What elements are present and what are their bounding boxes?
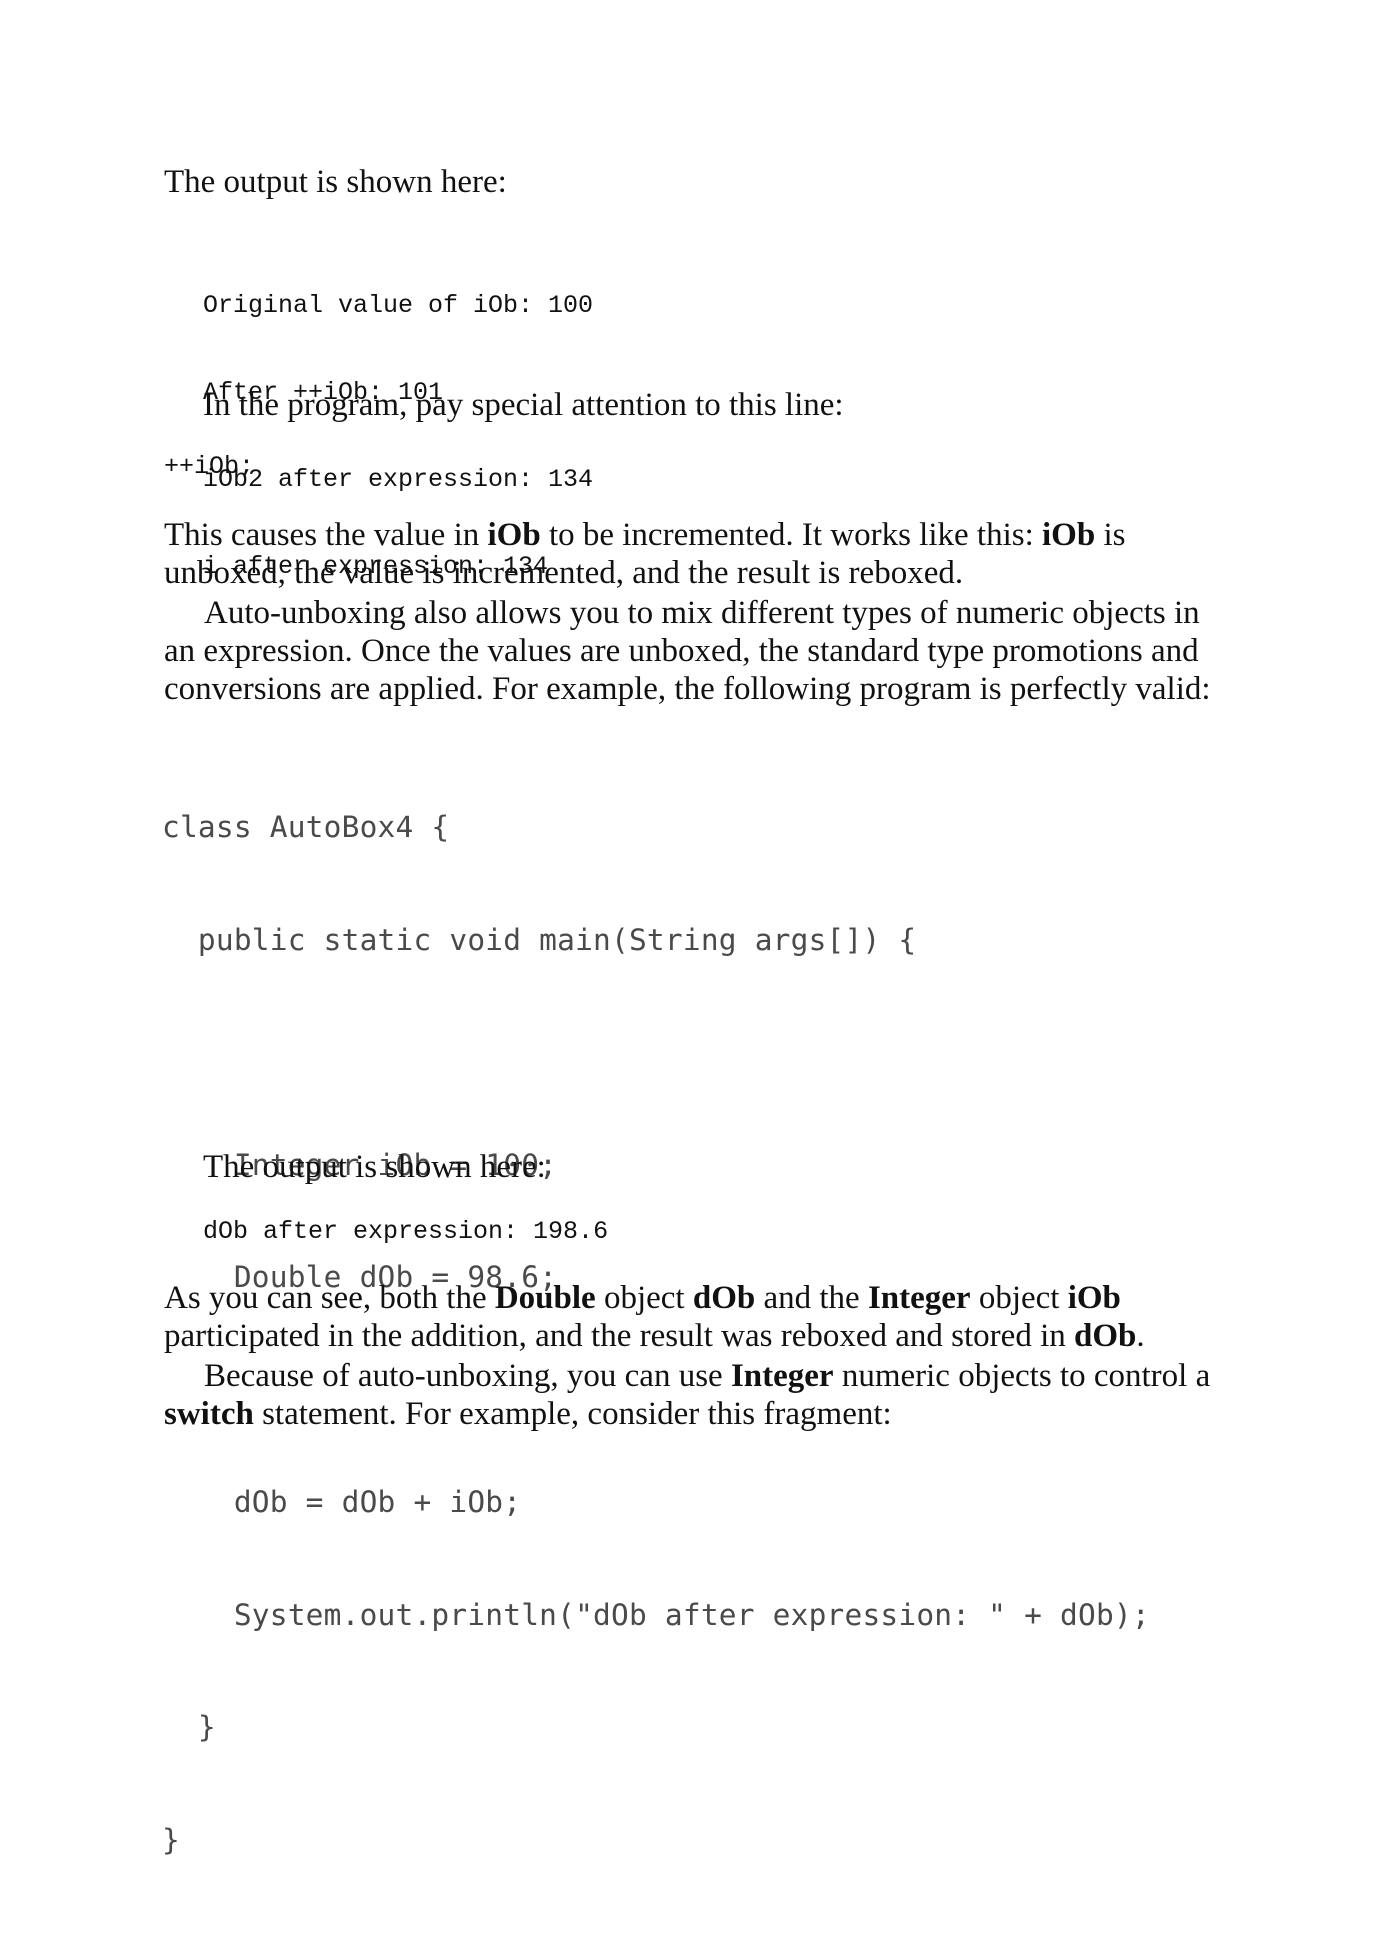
bold-term: Double <box>494 1280 596 1316</box>
code-line: class AutoBox4 { <box>162 810 450 844</box>
asyoucansee-paragraph: As you can see, both the Double object d… <box>164 1279 1244 1355</box>
output-block-2: dOb after expression: 198.6 <box>203 1217 609 1246</box>
text-run: object <box>595 1280 693 1316</box>
text-run: numeric objects to control a <box>833 1358 1211 1394</box>
text-run: and the <box>755 1280 868 1316</box>
causes-paragraph: This causes the value in iOb to be incre… <box>164 516 1224 592</box>
bold-term: switch <box>164 1396 254 1432</box>
bold-term: dOb <box>692 1280 756 1316</box>
paragraph-line: As you can see, both the Double object d… <box>164 1279 1244 1317</box>
paragraph-line: Auto-unboxing also allows you to mix dif… <box>204 595 1200 631</box>
because-paragraph: Because of auto-unboxing, you can use In… <box>164 1357 1244 1433</box>
document-page: The output is shown here: Original value… <box>0 0 1390 1857</box>
paragraph-line: conversions are applied. For example, th… <box>164 671 1211 707</box>
bold-term: dOb <box>1073 1318 1137 1354</box>
bold-term: Integer <box>867 1280 971 1316</box>
paragraph-line: This causes the value in iOb to be incre… <box>164 516 1224 554</box>
bold-term: iOb <box>1042 517 1096 553</box>
text-run: statement. For example, consider this fr… <box>253 1396 892 1432</box>
paragraph-line: participated in the addition, and the re… <box>164 1317 1244 1355</box>
attention-paragraph: In the program, pay special attention to… <box>203 387 844 423</box>
output-line: iOb2 after expression: 134 <box>203 465 594 494</box>
text-run: is <box>1095 517 1126 553</box>
text-run: to be incremented. It works like this: <box>540 517 1043 553</box>
code-line: } <box>162 1710 216 1744</box>
code-line: ​ <box>162 1034 1150 1072</box>
output-heading-2: The output is shown here: <box>203 1149 546 1185</box>
autounboxing-paragraph: Auto-unboxing also allows you to mix dif… <box>164 594 1244 708</box>
text-run: participated in the addition, and the re… <box>164 1318 1074 1354</box>
bold-term: iOb <box>487 517 541 553</box>
text-run: This causes the value in <box>164 517 488 553</box>
code-line: } <box>162 1822 180 1857</box>
output-heading: The output is shown here: <box>164 164 507 200</box>
bold-term: iOb <box>1067 1280 1121 1316</box>
paragraph-line: Because of auto-unboxing, you can use In… <box>164 1357 1244 1395</box>
paragraph-line: unboxed, the value is incremented, and t… <box>164 555 964 591</box>
output-line: Original value of iOb: 100 <box>203 291 594 320</box>
code-line: dOb = dOb + iOb; <box>162 1485 522 1519</box>
paragraph-line: switch statement. For example, consider … <box>164 1395 1244 1433</box>
text-run: Because of auto-unboxing, you can use <box>204 1358 731 1394</box>
text-run: . <box>1136 1318 1145 1354</box>
text-run: As you can see, both the <box>164 1280 495 1316</box>
bold-term: Integer <box>730 1358 834 1394</box>
code-line: public static void main(String args[]) { <box>162 922 917 957</box>
paragraph-line: an expression. Once the values are unbox… <box>164 633 1199 669</box>
text-run: object <box>970 1280 1068 1316</box>
code-increment: ++iOb; <box>164 452 255 481</box>
code-line: System.out.println("dOb after expression… <box>162 1597 1150 1632</box>
